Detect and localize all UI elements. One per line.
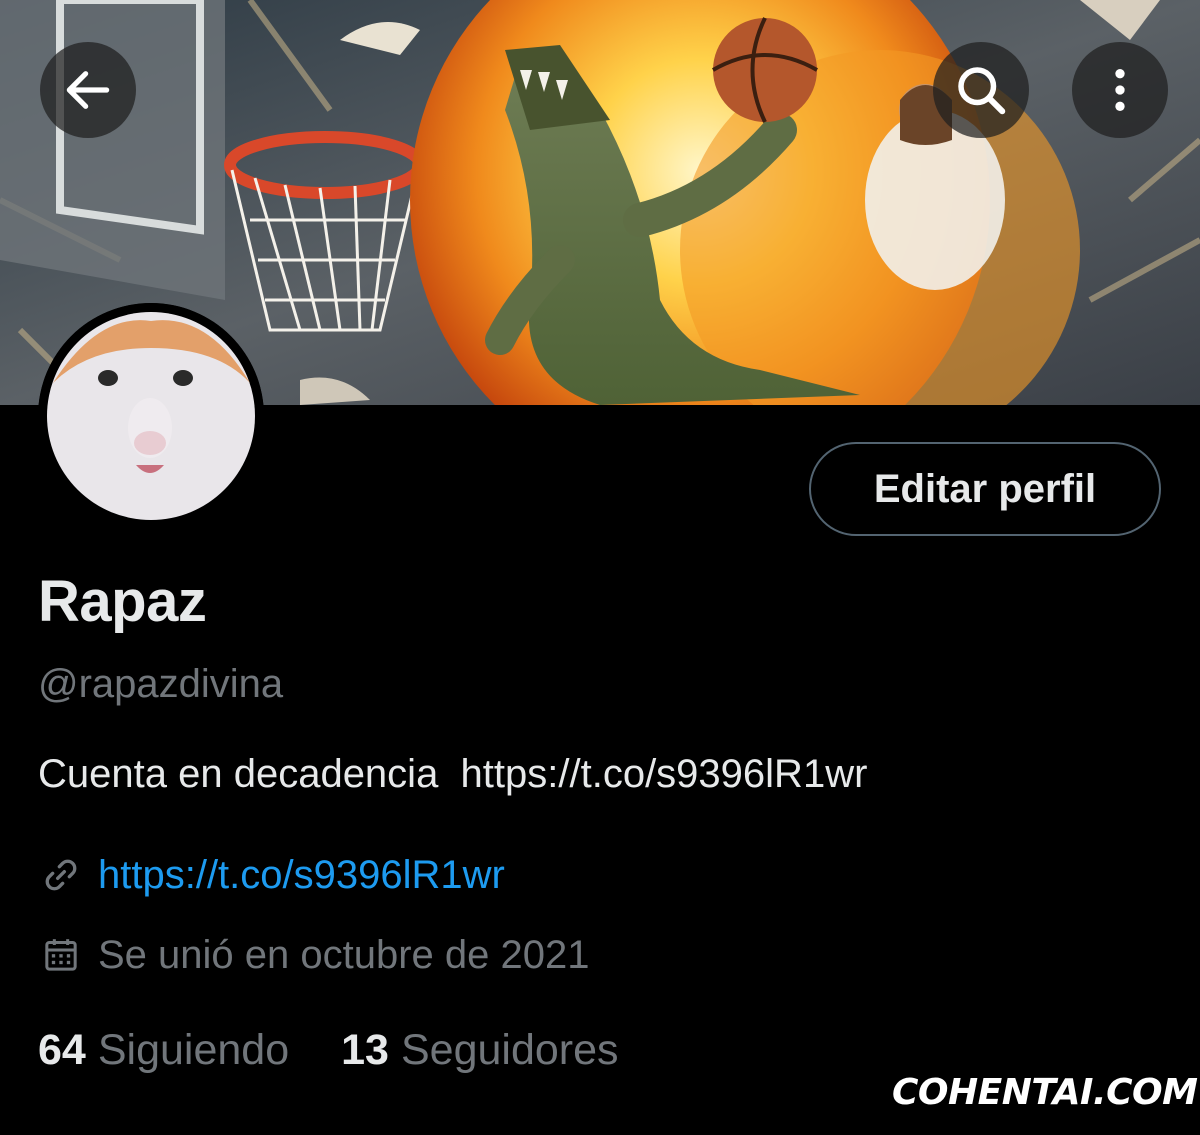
- edit-profile-button[interactable]: Editar perfil: [809, 442, 1161, 536]
- following-count: 64: [38, 1026, 86, 1074]
- search-button[interactable]: [933, 42, 1029, 138]
- following-label: Siguiendo: [97, 1026, 290, 1074]
- display-name: Rapaz: [38, 569, 207, 634]
- watermark: COHENTAI.COM: [892, 1072, 1198, 1113]
- joined-date-row: Se unió en octubre de 2021: [38, 932, 590, 978]
- avatar[interactable]: [38, 303, 264, 529]
- username-handle: @rapazdivina: [38, 662, 284, 706]
- following-stat[interactable]: 64 Siguiendo: [38, 1026, 289, 1075]
- link-icon: [38, 852, 84, 898]
- calendar-icon: [38, 932, 84, 978]
- back-button[interactable]: [40, 42, 136, 138]
- follow-stats: 64 Siguiendo 13 Seguidores: [38, 1026, 619, 1075]
- more-options-button[interactable]: [1072, 42, 1168, 138]
- cat-avatar-image: [38, 303, 264, 529]
- joined-date: Se unió en octubre de 2021: [98, 932, 590, 977]
- followers-stat[interactable]: 13 Seguidores: [341, 1026, 618, 1075]
- followers-count: 13: [341, 1026, 389, 1074]
- arrow-left-icon: [66, 71, 110, 109]
- profile-website-link[interactable]: https://t.co/s9396lR1wr: [98, 853, 505, 898]
- more-vertical-icon: [1115, 69, 1125, 111]
- profile-link-row: https://t.co/s9396lR1wr: [38, 852, 505, 898]
- profile-bio: Cuenta en decadencia https://t.co/s9396l…: [38, 752, 868, 796]
- followers-label: Seguidores: [400, 1026, 619, 1074]
- search-icon: [958, 67, 1006, 115]
